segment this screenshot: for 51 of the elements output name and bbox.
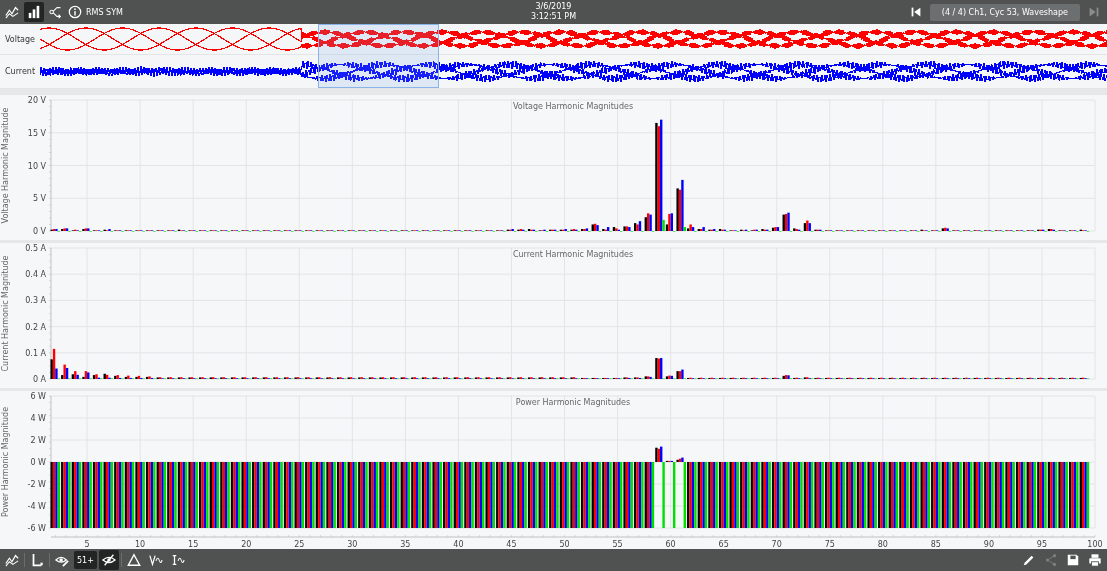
axis-tick-label: 95: [1036, 540, 1048, 549]
axis-tick-label: -6 W: [27, 524, 46, 533]
axis-title: Current Harmonic Magnitude: [1, 255, 10, 372]
axis-tick-label: 0.1 A: [25, 348, 46, 358]
axis-tick-label: 60: [665, 540, 676, 549]
axis-tick-label: 4 W: [30, 414, 46, 423]
axis-tick-label: 55: [612, 540, 623, 549]
axis-tick-label: 30: [347, 540, 358, 549]
axis-tick-label: 65: [718, 540, 729, 549]
axis-title: Power Harmonic Magnitude: [1, 406, 10, 518]
axis-tick-label: 25: [294, 540, 305, 549]
axis-tick-label: 10: [135, 540, 146, 549]
count-button[interactable]: 51+: [74, 551, 97, 569]
channel-label: Current: [3, 67, 36, 76]
time-text: 3:12:51 PM: [530, 12, 577, 22]
mode-label: RMS SYM: [86, 7, 123, 17]
axis-tick-label: 0.2 A: [25, 322, 46, 332]
axis-tick-label: 0 V: [32, 227, 46, 236]
chart-title: Current Harmonic Magnitudes: [512, 250, 634, 259]
event-selector[interactable]: (4 / 4) Ch1, Cyc 53, Waveshape: [929, 3, 1080, 21]
axis-tick-label: 50: [559, 540, 570, 549]
chart-title: Voltage Harmonic Magnitudes: [512, 102, 634, 111]
axis-tick-label: 20: [241, 540, 252, 549]
axis-tick-label: 85: [930, 540, 941, 549]
axis-tick-label: -2 W: [27, 480, 46, 489]
axis-tick-label: 15: [188, 540, 199, 549]
axis-tick-label: 40: [453, 540, 464, 549]
axis-tick-label: 0 A: [32, 375, 46, 384]
axis-tick-label: 0.5 A: [25, 244, 46, 253]
chart-title: Power Harmonic Magnitudes: [515, 398, 631, 407]
axis-tick-label: 5: [84, 540, 90, 549]
axis-tick-label: 0 W: [30, 458, 46, 467]
axis-tick-label: 5 V: [32, 194, 46, 204]
axis-tick-label: 70: [771, 540, 782, 549]
axis-tick-label: 75: [824, 540, 835, 549]
axis-tick-label: 20 V: [27, 96, 46, 105]
axis-tick-label: 90: [983, 540, 994, 549]
date-text: 3/6/2019: [535, 2, 572, 12]
axis-tick-label: 6 W: [30, 392, 46, 401]
axis-tick-label: 15 V: [27, 128, 46, 138]
channel-label: Voltage: [4, 34, 36, 44]
axis-tick-label: 0.4 A: [25, 270, 46, 280]
axis-tick-label: 2 W: [30, 436, 46, 445]
axis-tick-label: 45: [506, 540, 517, 549]
axis-tick-label: -4 W: [27, 502, 46, 511]
axis-tick-label: 35: [400, 540, 411, 549]
axis-tick-label: 80: [877, 540, 888, 549]
axis-title: Voltage Harmonic Magnitude: [1, 107, 10, 224]
axis-tick-label: 10 V: [27, 161, 46, 171]
axis-tick-label: 100: [1087, 540, 1103, 549]
axis-tick-label: 0.3 A: [25, 296, 46, 306]
